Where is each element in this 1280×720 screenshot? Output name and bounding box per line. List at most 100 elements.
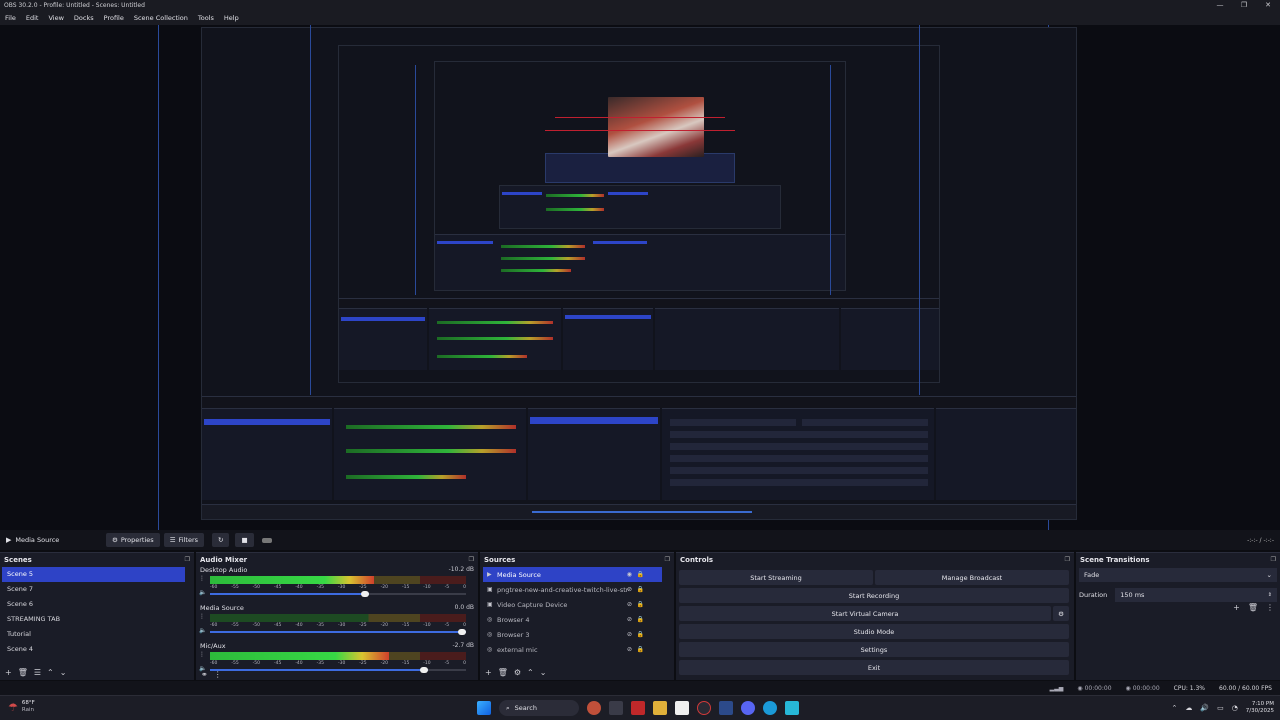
studio-mode-button[interactable]: Studio Mode [679,624,1069,639]
battery-icon[interactable]: ▭ [1217,704,1224,712]
wifi-icon[interactable]: ◔ [1232,704,1238,712]
undock-icon[interactable]: ❐ [469,556,474,563]
undock-icon[interactable]: ❐ [1065,556,1070,563]
volume-slider-knob[interactable] [458,629,466,635]
filter-icon[interactable]: ☰ [34,668,41,677]
stop-button[interactable]: ■ [235,533,254,547]
minimize-button[interactable]: — [1208,0,1232,11]
transition-select[interactable]: Fade ⌄ [1079,568,1277,582]
volume-slider-knob[interactable] [360,591,369,597]
link-icon[interactable]: ⚭ [201,670,208,679]
menu-docks[interactable]: Docks [69,14,99,22]
properties-button[interactable]: ⚙ Properties [106,533,160,547]
source-item[interactable]: ◎ Browser 3 ⊘ 🔒 [483,627,662,642]
folder-icon[interactable] [653,701,667,715]
chevron-up-icon[interactable]: ⌃ [47,668,54,677]
speaker-icon[interactable]: 🔈 [199,589,206,597]
chevron-up-icon[interactable]: ⌃ [527,668,534,677]
lock-icon[interactable]: 🔒 [637,631,644,638]
windows-start-icon[interactable] [477,701,491,715]
document-icon[interactable] [675,701,689,715]
stepper-icon[interactable]: ⇕ [1268,592,1272,598]
volume-icon[interactable]: 🔊 [1200,704,1209,712]
menu-scene-collection[interactable]: Scene Collection [129,14,193,22]
eye-icon[interactable]: ⊘ [627,646,632,653]
undock-icon[interactable]: ❐ [665,556,670,563]
lock-icon[interactable]: 🔒 [637,571,644,578]
lock-icon[interactable]: 🔒 [637,601,644,608]
volume-slider[interactable] [210,591,466,597]
gear-icon[interactable]: ⚙ [514,668,521,677]
preview-canvas[interactable] [0,25,1280,530]
eye-icon[interactable]: ⊘ [627,631,632,638]
obs-icon[interactable] [697,701,711,715]
source-item[interactable]: ◎ external mic ⊘ 🔒 [483,642,662,657]
eye-icon[interactable]: ⊘ [627,601,632,608]
steam-icon[interactable] [719,701,733,715]
add-icon[interactable]: + [485,668,492,677]
maximize-button[interactable]: ❐ [1232,0,1256,11]
more-icon[interactable]: ⋮ [214,670,222,679]
chevron-down-icon[interactable]: ⌄ [60,668,67,677]
scene-item[interactable]: STREAMING TAB [2,612,185,627]
menu-edit[interactable]: Edit [21,14,44,22]
cloud-icon[interactable]: ☁ [1185,704,1192,712]
edge-icon[interactable] [763,701,777,715]
speaker-icon[interactable]: 🔈 [199,627,206,635]
menu-view[interactable]: View [43,14,68,22]
duration-input[interactable]: 150 ms ⇕ [1115,588,1277,602]
menu-profile[interactable]: Profile [99,14,129,22]
menu-tools[interactable]: Tools [193,14,219,22]
add-icon[interactable]: + [1233,603,1240,612]
app-red-icon[interactable] [631,701,645,715]
discord-icon[interactable] [741,701,755,715]
start-streaming-button[interactable]: Start Streaming [679,570,873,585]
lock-icon[interactable]: 🔒 [637,646,644,653]
eye-icon[interactable]: ⊘ [627,616,632,623]
chevron-down-icon[interactable]: ⌄ [540,668,547,677]
eye-icon[interactable]: ◉ [627,571,632,578]
virtual-camera-settings-button[interactable]: ⚙ [1053,606,1069,621]
settings-button[interactable]: Settings [679,642,1069,657]
source-item[interactable]: ▶ Media Source ◉ 🔒 [483,567,662,582]
taskbar-search[interactable]: ⌕ Search [499,700,579,716]
media-progress-slider[interactable] [261,537,272,543]
notepad-icon[interactable] [785,701,799,715]
lock-icon[interactable]: 🔒 [637,616,644,623]
widget-icon[interactable] [587,701,601,715]
play-icon[interactable]: ▶ [6,536,11,544]
start-virtual-camera-button[interactable]: Start Virtual Camera [679,606,1051,621]
menu-file[interactable]: File [0,14,21,22]
clock[interactable]: 7:10 PM 7/30/2025 [1246,701,1274,715]
eye-icon[interactable]: ⊘ [627,586,632,593]
menu-help[interactable]: Help [219,14,244,22]
source-item[interactable]: ▣ Video Capture Device ⊘ 🔒 [483,597,662,612]
filters-button[interactable]: ☰ Filters [163,533,204,547]
task-view-icon[interactable] [609,701,623,715]
more-icon[interactable]: ⋮ [1266,603,1274,612]
lock-icon[interactable]: 🔒 [637,586,644,593]
volume-slider[interactable] [210,629,466,635]
exit-button[interactable]: Exit [679,660,1069,675]
undock-icon[interactable]: ❐ [1271,556,1276,563]
source-item[interactable]: ▣ pngtree-new-and-creative-twitch-live-st… [483,582,662,597]
trash-icon[interactable]: 🗑 [18,668,28,677]
scene-item[interactable]: Scene 4 [2,642,185,657]
add-icon[interactable]: + [5,668,12,677]
undock-icon[interactable]: ❐ [185,556,190,563]
more-icon[interactable]: ⋮ [199,613,205,621]
more-icon[interactable]: ⋮ [199,651,205,659]
chevron-up-icon[interactable]: ⌃ [1171,704,1177,712]
restart-button[interactable]: ↻ [212,533,230,547]
manage-broadcast-button[interactable]: Manage Broadcast [875,570,1069,585]
scene-item[interactable]: Tutorial [2,627,185,642]
trash-icon[interactable]: 🗑 [498,668,508,677]
start-recording-button[interactable]: Start Recording [679,588,1069,603]
more-icon[interactable]: ⋮ [199,575,205,583]
source-item[interactable]: ◎ Browser 4 ⊘ 🔒 [483,612,662,627]
scene-item[interactable]: Scene 6 [2,597,185,612]
close-button[interactable]: ✕ [1256,0,1280,11]
trash-icon[interactable]: 🗑 [1248,603,1258,612]
scene-item[interactable]: Scene 5 [2,567,185,582]
weather-widget[interactable]: ☂ 68°F Rain [8,700,35,714]
